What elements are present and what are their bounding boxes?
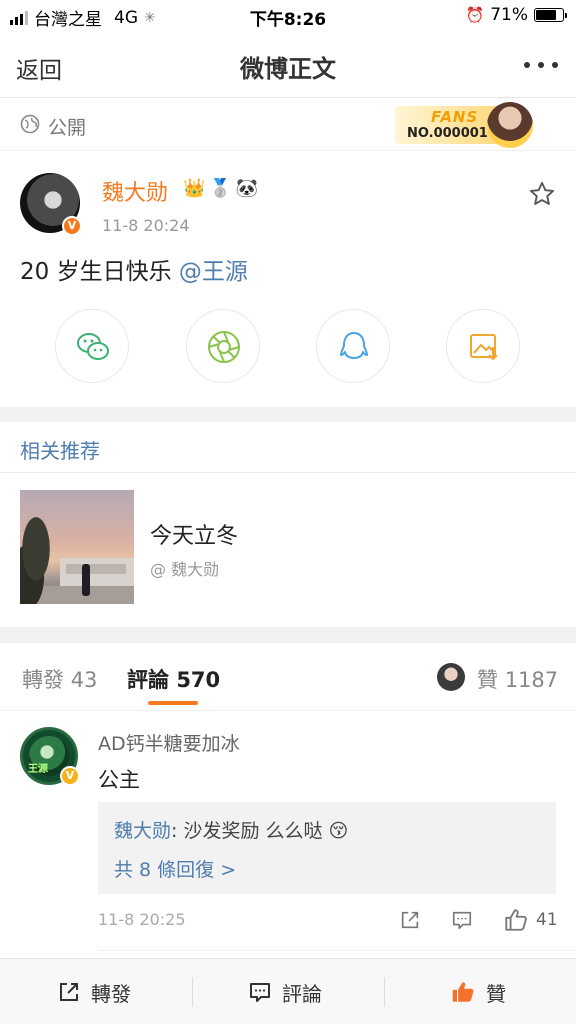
verified-badge-icon: V: [60, 766, 80, 786]
user-badges: 👑 🥈 🐼: [183, 178, 258, 199]
avatar-caption: 王源: [28, 764, 48, 775]
status-bar: 台灣之星 4G ✳ 下午8:26 ⏰ 71%: [0, 0, 576, 32]
divider: [98, 950, 576, 951]
share-moments-button[interactable]: [186, 309, 260, 383]
tab-comment[interactable]: 評論 570: [127, 664, 220, 694]
author-name[interactable]: 魏大勋: [102, 175, 168, 207]
comment-button[interactable]: 評論: [248, 959, 322, 1025]
related-item-title[interactable]: 今天立冬: [150, 518, 238, 550]
liker-avatar: [437, 663, 465, 691]
moments-icon: [208, 331, 240, 363]
comment-label: 評論: [282, 981, 322, 1006]
section-separator: [0, 407, 576, 422]
tab-repost-count: 43: [70, 668, 98, 692]
related-section-title: 相关推荐: [20, 439, 100, 463]
panda-badge-icon[interactable]: 🐼: [236, 178, 258, 199]
tab-like[interactable]: 贊 1187: [477, 664, 558, 694]
medal-badge-icon[interactable]: 🥈: [209, 178, 231, 199]
comment-time: 11-8 20:25: [98, 910, 186, 929]
fans-title: FANS: [431, 108, 479, 126]
comment-like-icon[interactable]: [503, 907, 529, 933]
post-time: 11-8 20:24: [102, 216, 190, 235]
reply-author[interactable]: 魏大勋: [114, 820, 171, 842]
post-body: 20 岁生日快乐: [20, 259, 172, 285]
post-mention[interactable]: @王源: [179, 259, 248, 285]
divider: [0, 710, 576, 711]
share-wechat-button[interactable]: [55, 309, 129, 383]
reply-line: 魏大勋: 沙发奖励 么么哒 😚: [114, 816, 348, 843]
divider: [0, 472, 576, 473]
kiss-emoji-icon: 😚: [328, 820, 349, 842]
qq-icon: [340, 332, 368, 359]
more-options-icon[interactable]: [524, 62, 558, 68]
reply-text: : 沙发奖励 么么哒: [171, 820, 323, 842]
commenter-name[interactable]: AD钙半糖要加冰: [98, 729, 240, 756]
battery-icon: [534, 8, 567, 22]
tab-like-count: 1187: [504, 668, 559, 692]
save-image-button[interactable]: [446, 309, 520, 383]
repost-label: 轉發: [91, 981, 131, 1006]
visibility-label: 公開: [48, 117, 87, 139]
comment-reply-icon[interactable]: [451, 909, 473, 931]
wechat-icon: [77, 333, 109, 360]
page-title: 微博正文: [240, 55, 336, 83]
share-qq-button[interactable]: [316, 309, 390, 383]
tab-repost-label: 轉發: [22, 668, 64, 692]
repost-button[interactable]: 轉發: [57, 959, 131, 1025]
section-separator: [0, 627, 576, 643]
thumbs-up-icon: [452, 982, 474, 1002]
tab-repost[interactable]: 轉發 43: [22, 664, 97, 694]
favorite-star-icon[interactable]: [528, 180, 556, 208]
repost-icon: [60, 983, 78, 1001]
reply-preview[interactable]: 魏大勋: 沙发奖励 么么哒 😚 共 8 條回復 >: [98, 802, 556, 894]
comment-icon: [250, 983, 270, 1002]
verified-badge-icon: V: [62, 216, 82, 236]
tab-comment-count: 570: [176, 668, 221, 692]
comment-text: 公主: [98, 768, 140, 792]
related-thumbnail[interactable]: [20, 490, 134, 604]
fans-number: NO.000001: [407, 126, 488, 141]
like-label: 贊: [486, 981, 506, 1006]
post-text: 20 岁生日快乐 @王源: [20, 252, 248, 286]
fans-badge-photo: [487, 102, 533, 148]
alarm-icon: ⏰: [465, 6, 485, 24]
more-replies-link[interactable]: 共 8 條回復 >: [114, 855, 236, 882]
comment-like-count: 41: [536, 910, 558, 930]
fans-badge[interactable]: FANS NO.000001: [395, 100, 537, 148]
active-tab-indicator: [148, 701, 198, 705]
related-item-author: @ 魏大勋: [150, 560, 220, 579]
save-image-icon: [470, 334, 498, 361]
bottom-action-bar: 轉發 評論 贊: [0, 958, 576, 1024]
crown-badge-icon[interactable]: 👑: [183, 178, 205, 199]
tab-like-label: 贊: [477, 668, 498, 692]
globe-icon: [20, 114, 40, 134]
nav-bar: 返回 微博正文: [0, 32, 576, 98]
comment-share-icon[interactable]: [399, 909, 421, 931]
tab-comment-label: 評論: [127, 668, 169, 692]
battery-percent: 71%: [490, 5, 528, 25]
like-button[interactable]: 贊: [450, 959, 506, 1025]
